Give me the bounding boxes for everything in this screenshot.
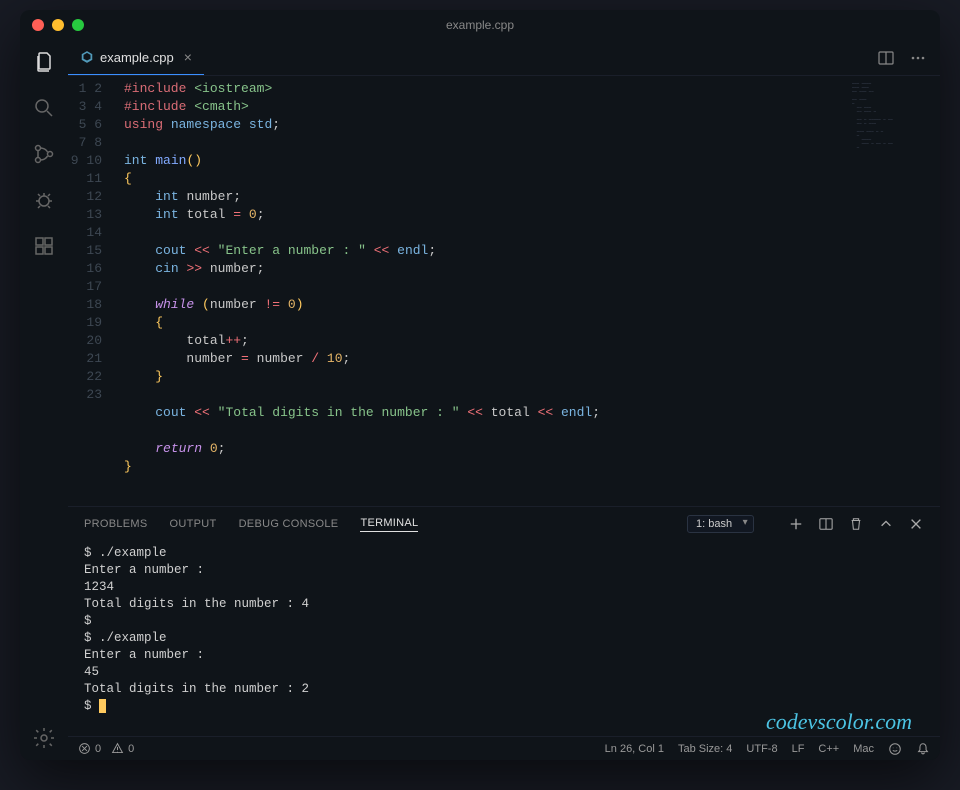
- status-os[interactable]: Mac: [853, 743, 874, 755]
- debug-icon[interactable]: [32, 188, 56, 212]
- panel-tab-terminal[interactable]: TERMINAL: [360, 517, 418, 532]
- code-editor[interactable]: 1 2 3 4 5 6 7 8 9 10 11 12 13 14 15 16 1…: [68, 76, 940, 506]
- titlebar: example.cpp: [20, 10, 940, 40]
- terminal[interactable]: $ ./example Enter a number : 1234 Total …: [68, 541, 940, 736]
- new-terminal-icon[interactable]: [788, 516, 804, 532]
- explorer-icon[interactable]: [32, 50, 56, 74]
- cpp-file-icon: +: [80, 50, 94, 64]
- editor-tabbar: + example.cpp ×: [68, 40, 940, 76]
- status-encoding[interactable]: UTF-8: [746, 743, 777, 755]
- close-panel-icon[interactable]: [908, 516, 924, 532]
- window-title: example.cpp: [446, 18, 514, 32]
- watermark: codevscolor.com: [766, 713, 912, 730]
- window-controls: [32, 19, 84, 31]
- panel-tab-problems[interactable]: PROBLEMS: [84, 518, 148, 530]
- svg-text:+: +: [86, 55, 89, 60]
- close-window-button[interactable]: [32, 19, 44, 31]
- terminal-cursor: [99, 699, 106, 713]
- tab-close-icon[interactable]: ×: [184, 49, 192, 65]
- more-actions-icon[interactable]: [910, 50, 926, 66]
- settings-gear-icon[interactable]: [32, 726, 56, 750]
- code-content[interactable]: #include <iostream> #include <cmath> usi…: [118, 76, 940, 506]
- status-warnings[interactable]: 0: [111, 742, 134, 755]
- split-terminal-icon[interactable]: [818, 516, 834, 532]
- split-editor-icon[interactable]: [878, 50, 894, 66]
- minimize-window-button[interactable]: [52, 19, 64, 31]
- status-bar: 0 0 Ln 26, Col 1 Tab Size: 4 UTF-8 LF C+…: [68, 736, 940, 760]
- line-numbers: 1 2 3 4 5 6 7 8 9 10 11 12 13 14 15 16 1…: [68, 76, 118, 506]
- source-control-icon[interactable]: [32, 142, 56, 166]
- status-lang[interactable]: C++: [818, 743, 839, 755]
- status-eol[interactable]: LF: [792, 743, 805, 755]
- extensions-icon[interactable]: [32, 234, 56, 258]
- panel-tab-output[interactable]: OUTPUT: [170, 518, 217, 530]
- feedback-smiley-icon[interactable]: [888, 742, 902, 756]
- app-window: example.cpp: [20, 10, 940, 760]
- minimap[interactable]: ▬▬▬ ▬▬▬▬ ▬▬▬ ▬▬▬ ▬▬ ▬▬▬ ▬▬ ▬▬ ▬▬▬ ▬ ▬▬ ▬…: [852, 82, 932, 152]
- activity-bar: [20, 40, 68, 760]
- status-lncol[interactable]: Ln 26, Col 1: [605, 743, 664, 755]
- kill-terminal-icon[interactable]: [848, 516, 864, 532]
- bottom-panel: PROBLEMS OUTPUT DEBUG CONSOLE TERMINAL 1…: [68, 506, 940, 736]
- search-icon[interactable]: [32, 96, 56, 120]
- tab-example-cpp[interactable]: + example.cpp ×: [68, 40, 204, 75]
- status-tabsize[interactable]: Tab Size: 4: [678, 743, 732, 755]
- notifications-bell-icon[interactable]: [916, 742, 930, 756]
- maximize-panel-icon[interactable]: [878, 516, 894, 532]
- status-errors[interactable]: 0: [78, 742, 101, 755]
- tab-label: example.cpp: [100, 50, 174, 65]
- panel-tab-debug[interactable]: DEBUG CONSOLE: [239, 518, 339, 530]
- terminal-shell-select[interactable]: 1: bash: [687, 515, 754, 533]
- maximize-window-button[interactable]: [72, 19, 84, 31]
